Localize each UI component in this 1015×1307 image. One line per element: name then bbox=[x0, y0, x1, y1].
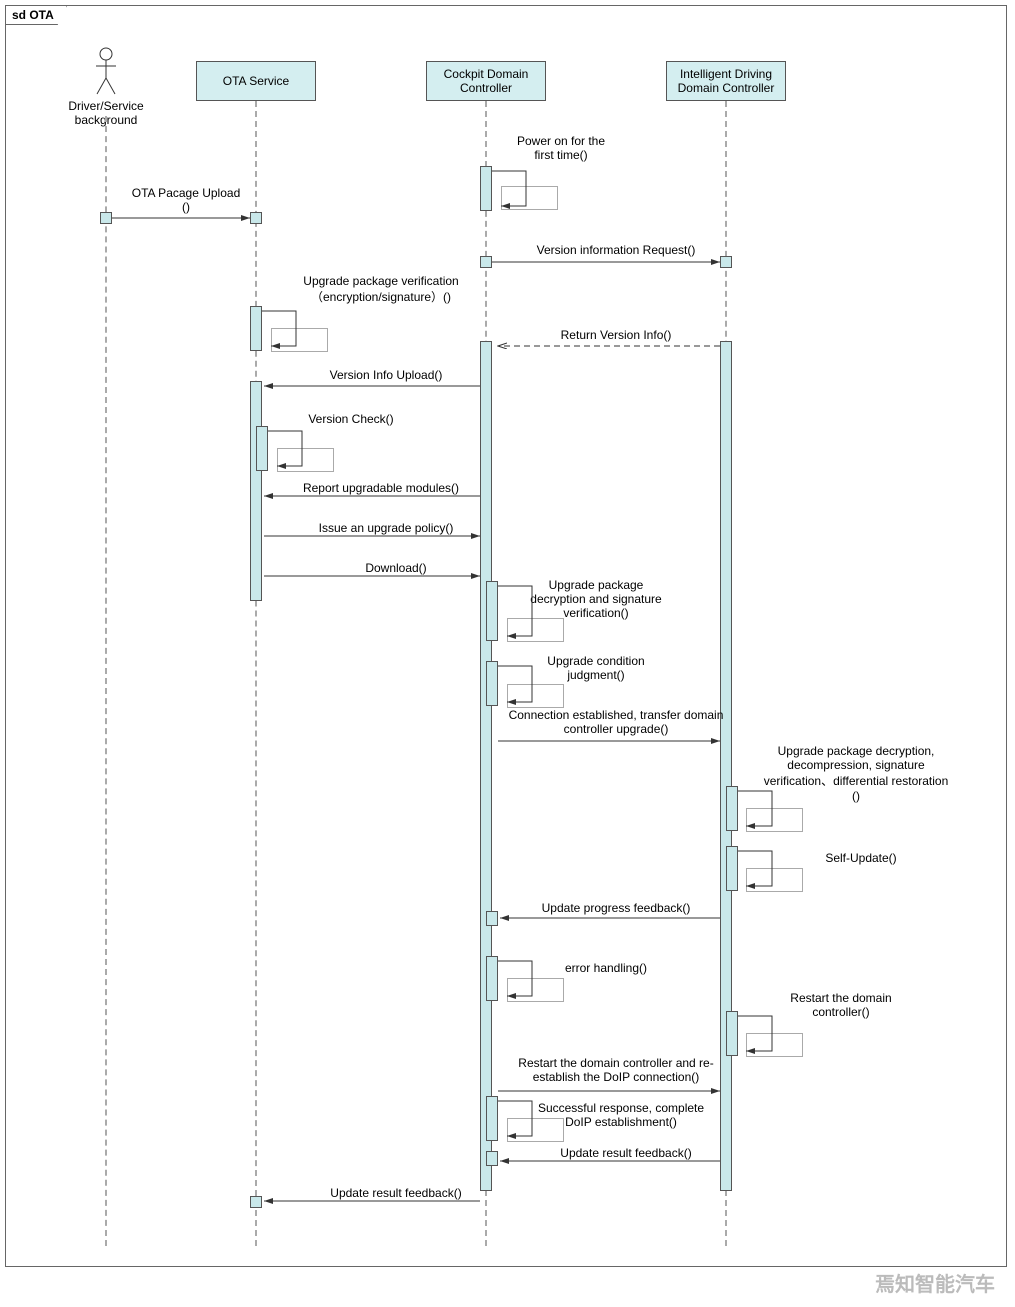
sequence-frame: sd OTA Driver/Service background OTA Ser… bbox=[5, 5, 1007, 1267]
arrows-layer bbox=[6, 6, 1006, 1266]
watermark: 焉知智能汽车 bbox=[875, 1268, 995, 1297]
